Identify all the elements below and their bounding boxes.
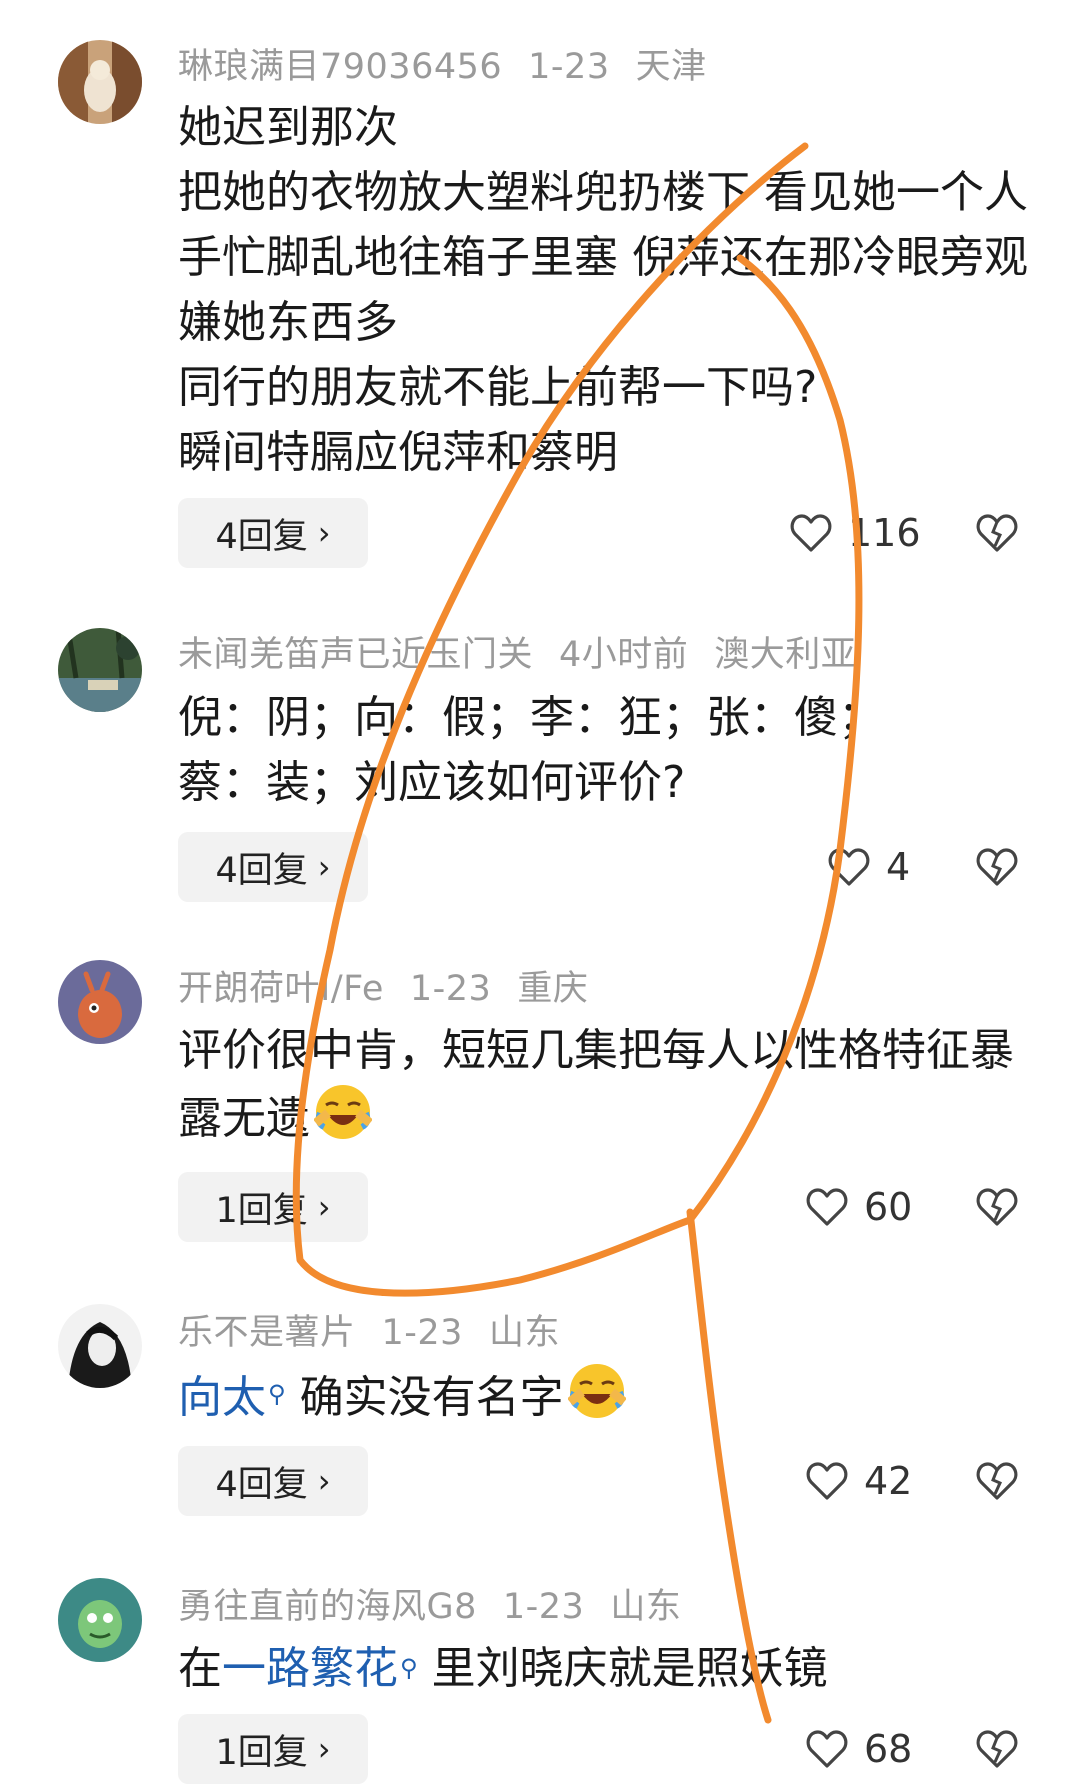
username[interactable]: 勇往直前的海风G8: [178, 1587, 477, 1627]
comment-date: 1-23: [381, 1313, 463, 1353]
topic-link[interactable]: 一路繁花⚲: [222, 1643, 418, 1694]
avatar[interactable]: [58, 628, 142, 712]
chevron-right-icon: ›: [317, 848, 331, 886]
avatar[interactable]: [58, 40, 142, 124]
comment-date: 1-23: [528, 47, 610, 87]
reply-count: 4回复: [215, 516, 308, 557]
like-button[interactable]: 4: [828, 832, 910, 902]
like-count: 68: [864, 1727, 913, 1771]
topic-link-label: 一路繁花: [222, 1643, 398, 1694]
view-replies-button[interactable]: 4回复 ›: [178, 832, 368, 902]
dislike-button[interactable]: [976, 1172, 1018, 1242]
heart-outline-icon: [828, 848, 870, 886]
heart-outline-icon: [806, 1730, 848, 1768]
comment-prefix: 在: [178, 1643, 222, 1694]
reply-count: 4回复: [215, 1464, 308, 1505]
comment-meta: 乐不是薯片 1-23 山东: [178, 1304, 586, 1355]
comment-location: 山东: [610, 1587, 682, 1627]
comment-body: 评价很中肯，短短几集把每人以性格特征暴露无遗: [178, 1025, 1014, 1144]
comment-meta: 开朗荷叶I/Fe 1-23 重庆: [178, 960, 614, 1011]
broken-heart-icon: [976, 514, 1018, 552]
comment-date: 1-23: [502, 1587, 585, 1627]
like-count: 42: [864, 1459, 913, 1503]
comment-location: 重庆: [517, 969, 589, 1009]
comment-location: 澳大利亚: [714, 635, 857, 675]
like-button[interactable]: 60: [806, 1172, 912, 1242]
dislike-button[interactable]: [976, 498, 1018, 568]
comment-date: 4小时前: [559, 635, 689, 675]
username[interactable]: 开朗荷叶I/Fe: [178, 969, 384, 1009]
comment-date: 1-23: [409, 969, 492, 1009]
comment-body: 确实没有名字: [299, 1372, 564, 1423]
username[interactable]: 乐不是薯片: [178, 1313, 356, 1353]
avatar[interactable]: [58, 960, 142, 1044]
comment-text: 倪：阴；向：假；李：狂；张：傻；蔡：装；刘应该如何评价?: [178, 692, 882, 808]
heart-outline-icon: [790, 514, 832, 552]
broken-heart-icon: [976, 848, 1018, 886]
dislike-button[interactable]: [976, 1714, 1018, 1784]
chevron-right-icon: ›: [317, 1462, 331, 1500]
username[interactable]: 琳琅满目79036456: [178, 47, 502, 87]
avatar[interactable]: [58, 1304, 142, 1388]
heart-outline-icon: [806, 1462, 848, 1500]
broken-heart-icon: [976, 1188, 1018, 1226]
like-button[interactable]: 68: [806, 1714, 912, 1784]
comment-body: 里刘晓庆就是照妖镜: [431, 1643, 828, 1694]
view-replies-button[interactable]: 4回复 ›: [178, 1446, 368, 1516]
comment-meta: 勇往直前的海风G8 1-23 山东: [178, 1578, 707, 1629]
chevron-right-icon: ›: [317, 1188, 331, 1226]
chevron-right-icon: ›: [317, 1730, 331, 1768]
comment-location: 山东: [488, 1313, 560, 1353]
like-button[interactable]: 116: [790, 498, 921, 568]
search-icon: ⚲: [400, 1654, 418, 1682]
like-button[interactable]: 42: [806, 1446, 912, 1516]
topic-link-label: 向太: [178, 1372, 266, 1423]
view-replies-button[interactable]: 1回复 ›: [178, 1172, 368, 1242]
like-count: 4: [886, 845, 911, 889]
dislike-button[interactable]: [976, 1446, 1018, 1516]
comment-text: 在一路繁花⚲ 里刘晓庆就是照妖镜: [178, 1636, 1038, 1701]
dislike-button[interactable]: [976, 832, 1018, 902]
search-icon: ⚲: [268, 1380, 286, 1408]
laughing-crying-emoji-icon: [314, 1085, 372, 1139]
reply-count: 1回复: [215, 1190, 308, 1231]
like-count: 116: [848, 511, 921, 555]
like-count: 60: [864, 1185, 913, 1229]
heart-outline-icon: [806, 1188, 848, 1226]
comment-meta: 琳琅满目79036456 1-23 天津: [178, 38, 733, 89]
comment-line: 瞬间特膈应倪萍和蔡明: [178, 427, 618, 478]
reply-count: 4回复: [215, 850, 308, 891]
chevron-right-icon: ›: [317, 514, 331, 552]
comment-text: 向太⚲ 确实没有名字: [178, 1362, 1038, 1430]
broken-heart-icon: [976, 1462, 1018, 1500]
comment-line: 把她的衣物放大塑料兜扔楼下 看见她一个人手忙脚乱地往箱子里塞 倪萍还在那冷眼旁观…: [178, 167, 1028, 348]
avatar[interactable]: [58, 1578, 142, 1662]
comment-text: 评价很中肯，短短几集把每人以性格特征暴露无遗: [178, 1018, 1018, 1151]
reply-count: 1回复: [215, 1732, 308, 1773]
broken-heart-icon: [976, 1730, 1018, 1768]
view-replies-button[interactable]: 1回复 ›: [178, 1714, 368, 1784]
comment-line: 她迟到那次: [178, 102, 398, 153]
username[interactable]: 未闻羌笛声已近玉门关: [178, 635, 533, 675]
comment-location: 天津: [635, 47, 707, 87]
laughing-crying-emoji-icon: [567, 1364, 626, 1418]
comment-meta: 未闻羌笛声已近玉门关 4小时前 澳大利亚: [178, 626, 882, 677]
topic-link[interactable]: 向太⚲: [178, 1372, 286, 1423]
comment-text: 她迟到那次把她的衣物放大塑料兜扔楼下 看见她一个人手忙脚乱地往箱子里塞 倪萍还在…: [178, 95, 1038, 485]
view-replies-button[interactable]: 4回复 ›: [178, 498, 368, 568]
comment-line: 同行的朋友就不能上前帮一下吗?: [178, 362, 818, 413]
